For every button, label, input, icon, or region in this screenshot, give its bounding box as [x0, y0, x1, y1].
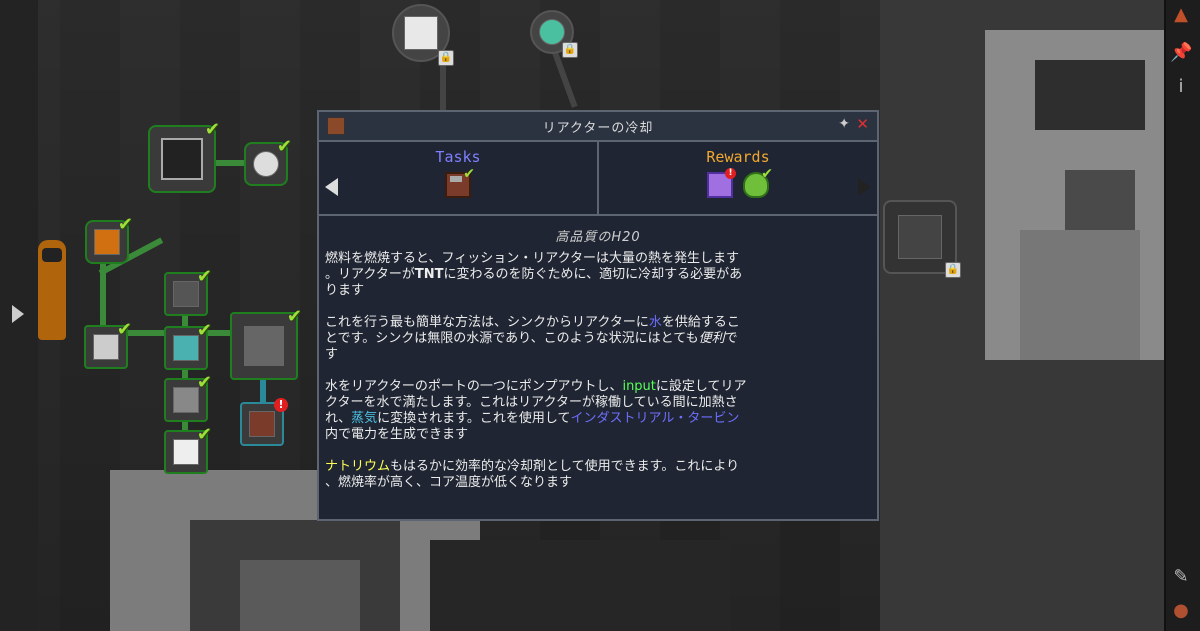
check-icon: ✔: [196, 372, 212, 393]
loot-bag-icon[interactable]: ✔: [743, 166, 773, 198]
check-icon: ✔: [286, 306, 302, 327]
book-alert-icon[interactable]: ▲: [1170, 4, 1192, 26]
tasks-rewards-row: Tasks ✔ Rewards ! ✔: [319, 142, 877, 216]
hazmat-character: [38, 240, 66, 340]
team-icon[interactable]: ●: [1170, 600, 1192, 622]
description-text: 蒸気: [351, 411, 378, 426]
description-text: 水をリアクターのポートの一つにポンプアウトし、: [325, 379, 623, 394]
description-paragraph: これを行う最も簡単な方法は、シンクからリアクターに水を供給するこ とです。シンク…: [325, 315, 871, 363]
check-icon: ✔: [204, 119, 220, 140]
description-text: ナトリウム: [325, 459, 391, 474]
description-text: インダストリアル・タービン: [570, 411, 740, 426]
description-paragraph: 水をリアクターのポートの一つにポンプアウトし、inputに設定してリア クターを…: [325, 379, 871, 443]
next-arrow-icon[interactable]: [858, 178, 871, 196]
quest-node-block[interactable]: ✔: [164, 424, 212, 474]
description-text: に変換されます。これを使用して: [377, 411, 571, 426]
quest-connector: [182, 300, 188, 450]
description-text: 水: [648, 315, 662, 330]
quest-node-dust[interactable]: ✔: [244, 136, 292, 186]
check-icon: ✔: [116, 319, 132, 340]
check-icon: ✔: [196, 320, 212, 341]
description-text: TNT: [414, 267, 444, 282]
quest-node-locked[interactable]: 🔒: [530, 10, 578, 58]
quest-node-locked[interactable]: 🔒: [392, 4, 454, 66]
dialog-title-bar: リアクターの冷却 ✦ ✕: [319, 112, 877, 142]
quest-node-reactor-cooling[interactable]: !: [240, 398, 288, 446]
close-icon[interactable]: ✕: [856, 115, 870, 133]
quest-description: 燃料を燃焼すると、フィッション・リアクターは大量の熱を発生します 。リアクターが…: [319, 245, 877, 491]
info-icon[interactable]: i: [1170, 76, 1192, 98]
quest-title-icon: [327, 117, 345, 135]
hotbar-area: [430, 540, 730, 631]
check-icon: ✔: [276, 136, 292, 157]
check-icon: ✔: [117, 214, 133, 235]
edit-icon[interactable]: ✎: [1170, 566, 1192, 588]
check-icon: ✔: [196, 424, 212, 445]
quest-node-hazmat[interactable]: ✔: [85, 214, 133, 264]
alert-icon: !: [725, 168, 736, 179]
lock-icon: 🔒: [562, 42, 578, 58]
pin-icon[interactable]: ✦: [838, 116, 851, 132]
check-icon: ✔: [196, 266, 212, 287]
quest-node-logic-adapter[interactable]: ✔: [164, 320, 212, 370]
dialog-title: リアクターの冷却: [542, 120, 654, 136]
quest-node-locked-checkpoint[interactable]: 🔒: [883, 200, 961, 278]
tasks-column: Tasks ✔: [319, 142, 597, 214]
reactor-opening: [1035, 60, 1145, 130]
lower-block-inner: [240, 560, 360, 631]
reactor-frame: [1020, 230, 1140, 360]
alert-icon: !: [274, 398, 288, 412]
lock-icon: 🔒: [438, 50, 454, 66]
description-text: input: [622, 379, 656, 394]
quest-subtitle: 高品質のH20: [555, 230, 641, 245]
quest-node-casing[interactable]: ✔: [84, 319, 132, 369]
quest-node-port[interactable]: ✔: [164, 266, 212, 316]
description-text: 便利: [698, 331, 725, 346]
description-text: これを行う最も簡単な方法は、シンクからリアクターに: [325, 315, 649, 330]
fission-reactor-port-icon[interactable]: ✔: [445, 166, 475, 198]
description-paragraph: 燃料を燃焼すると、フィッション・リアクターは大量の熱を発生します 。リアクターが…: [325, 251, 871, 299]
quest-dialog: リアクターの冷却 ✦ ✕ Tasks ✔ Rewards ! ✔ 高品質のH20…: [317, 110, 879, 521]
rewards-column: Rewards ! ✔: [597, 142, 877, 214]
quest-node-glass[interactable]: ✔: [164, 372, 212, 422]
description-paragraph: ナトリウムもはるかに効率的な冷却剤として使用できます。これにより 、燃焼率が高く…: [325, 459, 871, 491]
previous-arrow-icon[interactable]: [325, 178, 338, 196]
lock-icon: 🔒: [945, 262, 961, 278]
chapter-toggle-arrow-icon[interactable]: [12, 305, 24, 323]
tasks-label: Tasks: [435, 148, 481, 166]
loot-crate-icon[interactable]: !: [707, 168, 736, 198]
description-text: 内で電力を生成できます: [325, 427, 469, 442]
check-icon: ✔: [463, 166, 475, 182]
pin-icon[interactable]: 📌: [1170, 42, 1192, 64]
quest-node-reactor-controller[interactable]: ✔: [148, 119, 220, 193]
check-icon: ✔: [761, 166, 773, 182]
rewards-label: Rewards: [706, 148, 770, 166]
quest-node-checkpoint[interactable]: ✔: [230, 306, 302, 380]
